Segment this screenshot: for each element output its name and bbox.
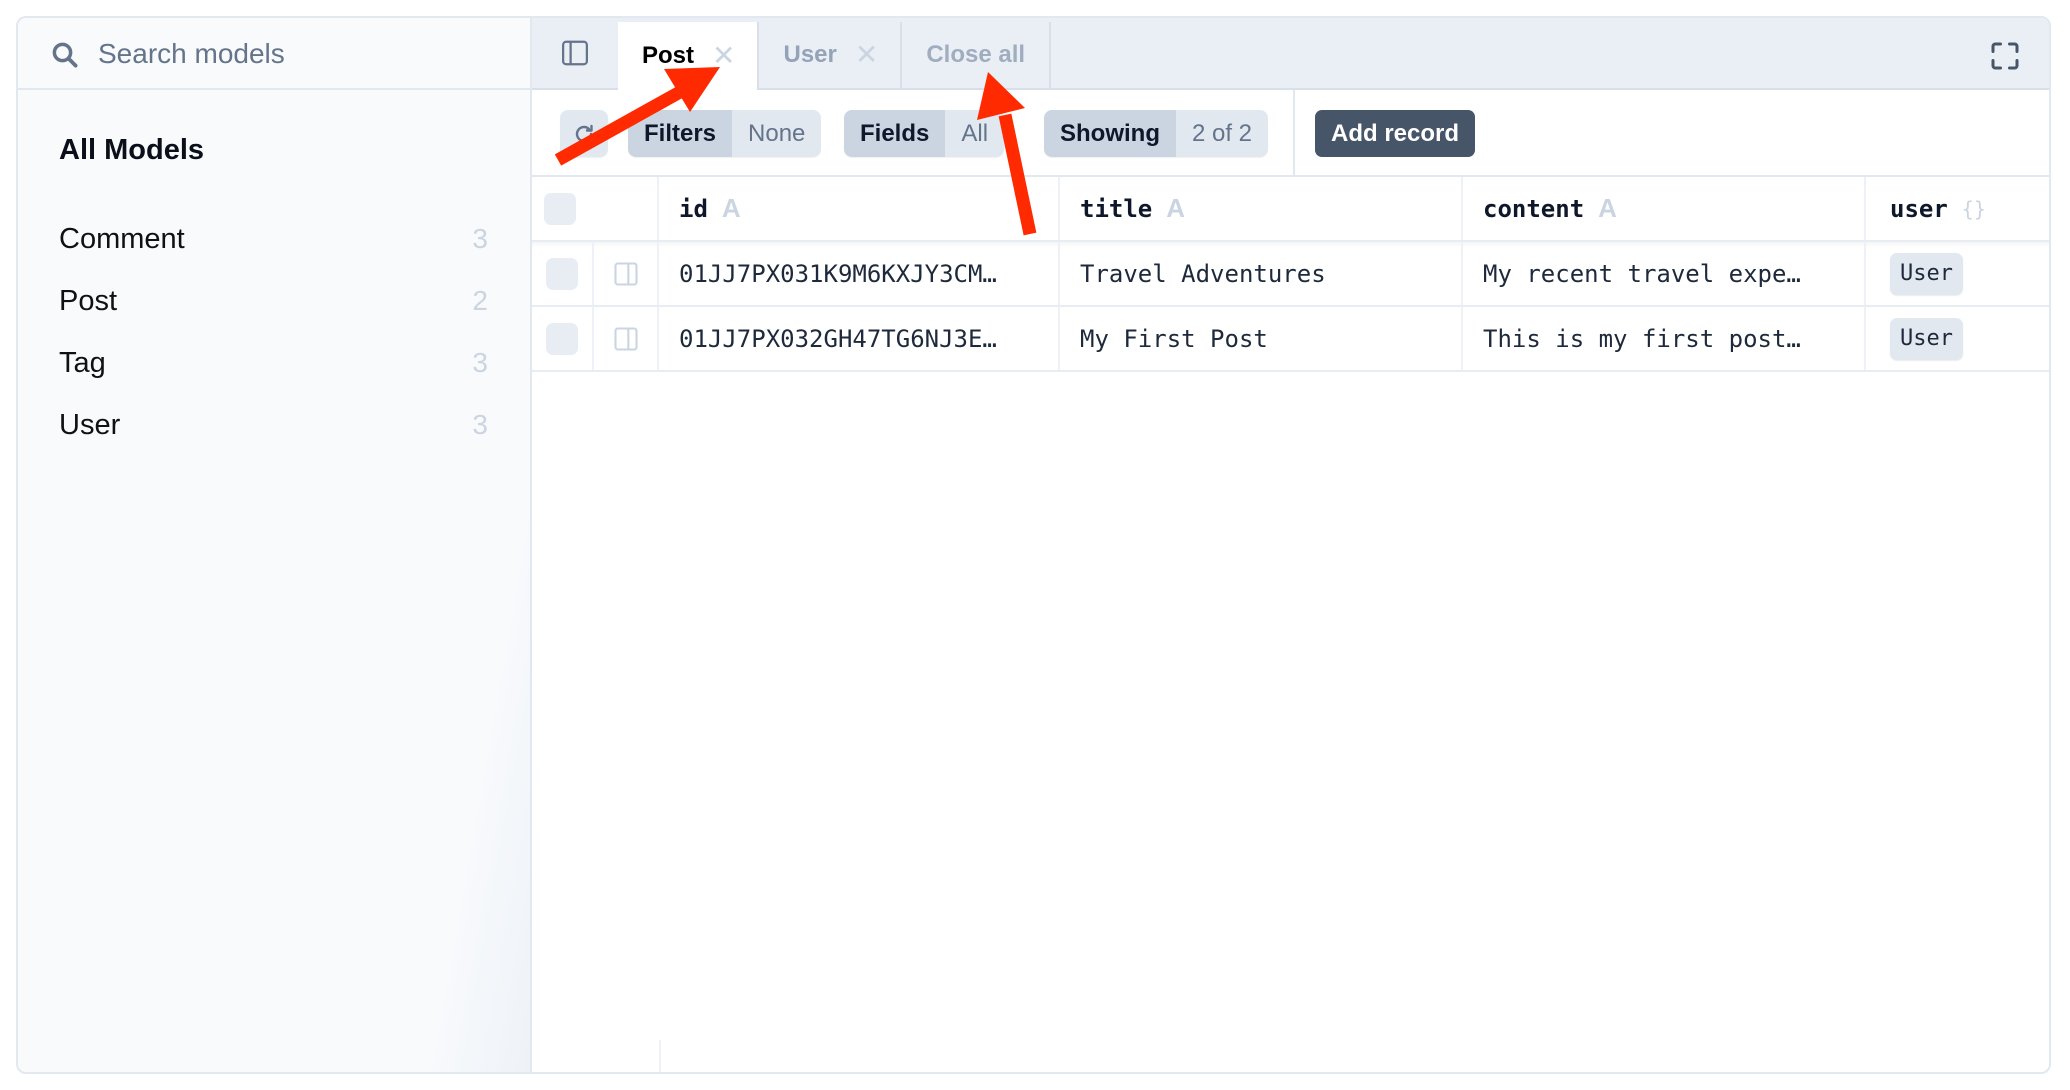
column-header-user[interactable]: user {} — [1866, 177, 2049, 240]
model-count: 2 — [472, 285, 488, 316]
refresh-button[interactable] — [560, 110, 608, 157]
column-header-content[interactable]: content A — [1463, 177, 1866, 240]
table-row: 01JJ7PX031K9M6KXJY3CM… Travel Adventures… — [532, 242, 2049, 307]
row-select-cell — [532, 307, 594, 370]
model-item-tag[interactable]: Tag 3 — [18, 332, 530, 394]
tab-post[interactable]: Post ✕ — [618, 22, 760, 90]
select-all-checkbox[interactable] — [544, 192, 576, 225]
refresh-icon — [575, 124, 593, 142]
model-list: Comment 3 Post 2 Tag 3 User 3 — [18, 208, 530, 456]
object-type-icon: {} — [1961, 196, 1986, 221]
records-table: id A title A content A user {} 01JJ7PX03… — [532, 177, 2049, 372]
select-all-cell — [532, 177, 659, 240]
showing-label: Showing — [1044, 110, 1176, 157]
all-models-heading: All Models — [59, 134, 205, 166]
model-name: Post — [59, 284, 118, 317]
model-count: 3 — [472, 409, 488, 440]
sidebar-panel-icon — [562, 40, 588, 66]
fullscreen-icon[interactable] — [1987, 38, 2023, 74]
row-checkbox[interactable] — [546, 257, 578, 290]
row-select-cell — [532, 242, 594, 305]
close-all-button[interactable]: Close all — [902, 22, 1052, 88]
model-item-user[interactable]: User 3 — [18, 394, 530, 456]
row-open-cell — [594, 307, 659, 370]
filters-label: Filters — [628, 110, 733, 157]
filters-button[interactable]: Filters None — [628, 110, 822, 157]
cell-content[interactable]: My recent travel expe… — [1463, 242, 1866, 305]
cell-user: User — [1866, 307, 2049, 370]
table-row: 01JJ7PX032GH47TG6NJ3E… My First Post Thi… — [532, 307, 2049, 372]
sidebar-toggle-button[interactable] — [532, 18, 618, 88]
table-header-row: id A title A content A user {} — [532, 177, 2049, 242]
column-header-id[interactable]: id A — [659, 177, 1060, 240]
cell-id[interactable]: 01JJ7PX031K9M6KXJY3CM… — [659, 242, 1060, 305]
main-panel: Post ✕ User ✕ Close all Filters None Fie… — [532, 18, 2049, 1072]
column-name: user — [1890, 194, 1948, 223]
cell-user: User — [1866, 242, 2049, 305]
model-count: 3 — [472, 347, 488, 378]
column-divider — [659, 1040, 661, 1072]
row-open-cell — [594, 242, 659, 305]
cell-id[interactable]: 01JJ7PX032GH47TG6NJ3E… — [659, 307, 1060, 370]
column-header-title[interactable]: title A — [1060, 177, 1463, 240]
close-tab-user-icon[interactable]: ✕ — [855, 41, 878, 69]
column-name: id — [679, 194, 708, 223]
row-checkbox[interactable] — [546, 322, 578, 355]
model-item-post[interactable]: Post 2 — [18, 270, 530, 332]
close-tab-post-icon[interactable]: ✕ — [712, 42, 735, 70]
fields-label: Fields — [844, 110, 946, 157]
filters-value: None — [732, 110, 822, 157]
string-type-icon: A — [1598, 193, 1617, 223]
model-count: 3 — [472, 223, 488, 254]
tab-user[interactable]: User ✕ — [759, 22, 903, 88]
string-type-icon: A — [1166, 193, 1186, 223]
tab-label: User — [783, 41, 837, 68]
app-window: All Models Comment 3 Post 2 Tag 3 User 3 — [16, 16, 2051, 1074]
string-type-icon: A — [721, 193, 741, 223]
open-record-panel-icon[interactable] — [612, 325, 640, 353]
open-record-panel-icon[interactable] — [612, 260, 640, 288]
user-relation-badge[interactable]: User — [1890, 317, 1963, 360]
cell-content[interactable]: This is my first post… — [1463, 307, 1866, 370]
sidebar: All Models Comment 3 Post 2 Tag 3 User 3 — [18, 18, 532, 1072]
toolbar-divider — [1293, 90, 1295, 175]
search-icon — [52, 42, 78, 68]
search-bar — [18, 18, 530, 90]
user-relation-badge[interactable]: User — [1890, 252, 1963, 295]
model-name: User — [59, 408, 121, 441]
fields-button[interactable]: Fields All — [844, 110, 1005, 157]
model-item-comment[interactable]: Comment 3 — [18, 208, 530, 270]
column-name: title — [1080, 194, 1153, 223]
showing-value: 2 of 2 — [1175, 110, 1269, 157]
cell-title[interactable]: Travel Adventures — [1060, 242, 1463, 305]
column-name: content — [1483, 194, 1585, 223]
tab-label: Post — [642, 42, 695, 69]
fields-value: All — [945, 110, 1005, 157]
model-name: Tag — [59, 346, 106, 379]
search-models-input[interactable] — [98, 32, 498, 76]
showing-button[interactable]: Showing 2 of 2 — [1044, 110, 1269, 157]
model-name: Comment — [59, 222, 185, 255]
tab-bar: Post ✕ User ✕ Close all — [532, 18, 2049, 90]
cell-title[interactable]: My First Post — [1060, 307, 1463, 370]
add-record-button[interactable]: Add record — [1315, 110, 1476, 157]
toolbar: Filters None Fields All Showing 2 of 2 A… — [532, 90, 2049, 177]
